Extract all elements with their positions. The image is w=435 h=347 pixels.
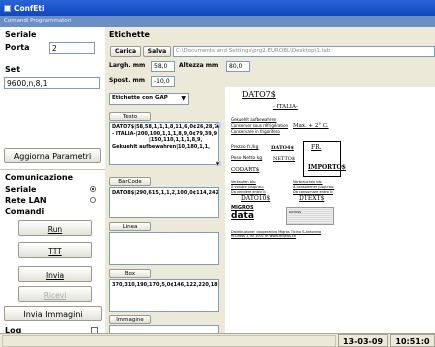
label-preview-canvas[interactable]: DATO7$ - ITALIA- Gekuehlt aufbewahren Co… (225, 87, 435, 340)
testo-list[interactable]: DATO7$|58,58,1,1,1,8,11,6,0¢26,28,76, - … (109, 122, 219, 165)
linea-button[interactable]: Linea (109, 222, 151, 231)
label-preview: DATO7$ - ITALIA- Gekuehlt aufbewahren Co… (231, 87, 346, 277)
chevron-down-icon[interactable]: ▼ (181, 95, 186, 102)
rete-lan-radio-label: Rete LAN (5, 196, 47, 205)
porta-input[interactable]: 2 (49, 42, 95, 54)
preview-verbrauchen-block: Verbrauchen bis: A consommer jusqu'au: Da … (293, 180, 334, 195)
ricevi-button[interactable]: Ricevi (18, 286, 92, 302)
comunicazione-header: Comunicazione (5, 173, 73, 182)
preview-netto: NETTO$ (273, 156, 296, 162)
barcode-list[interactable]: DATO8$|290,615,1,1,2,100,0¢114,242,23 (109, 187, 219, 218)
preview-max: Max. + 2° C. (293, 123, 329, 129)
preview-verkaufen-block: Verkaufen bis: A vendre jusqu'au: Da vende… (231, 180, 266, 195)
spostamento-label: Spost. mm (109, 77, 146, 84)
set-input[interactable]: 9600,n,8,1 (4, 77, 100, 89)
status-date: 13-03-09 (338, 334, 388, 347)
status-time: 10:51:0 (390, 334, 435, 347)
status-bar: 13-03-09 10:51:0 (0, 333, 435, 347)
box-item[interactable]: 370,310,190,170,5,0¢146,122,220,189 (112, 282, 218, 288)
preview-dato4: DATO4$ (271, 145, 294, 151)
seriale-radio[interactable] (90, 186, 96, 192)
comandi-header: Comandi (5, 207, 45, 216)
box-button[interactable]: Box (109, 269, 151, 278)
file-path-field[interactable]: C:\Documents and Settings\prg2.EUROBL\De… (173, 46, 435, 57)
rete-lan-radio[interactable] (90, 197, 96, 203)
preview-dato9: DATO9$ (289, 210, 302, 214)
immagine-button[interactable]: Immagine (109, 315, 151, 324)
preview-data-logo: data (231, 211, 254, 221)
menu-bar[interactable]: Comandi Programmatori (0, 16, 435, 27)
spostamento-input[interactable]: -10,0 (151, 76, 175, 87)
etichette-header: Etichette (109, 30, 150, 39)
scroll-down-icon[interactable]: ▼ (216, 161, 221, 166)
linea-list[interactable] (109, 232, 219, 265)
preview-italia: - ITALIA- (273, 104, 298, 110)
preview-footer-line2: M.Gross 1,90 1001 m www.migros.ch (231, 234, 297, 238)
barcode-item[interactable]: DATO8$|290,615,1,1,2,100,0¢114,242,23 (112, 190, 218, 196)
testo-item[interactable]: Gekuehlt aufbewahren|10,180,1,1, (112, 144, 216, 151)
larghezza-label: Largh. mm (109, 62, 146, 69)
altezza-input[interactable]: 80,0 (226, 61, 250, 72)
preview-price-box (303, 141, 341, 177)
app-icon (4, 5, 11, 12)
status-cell-empty (2, 335, 336, 347)
preview-conservare2: Conservare in frigorifero (231, 129, 280, 134)
scroll-up-icon[interactable]: ▲ (216, 123, 221, 128)
gap-select-value: Etichette con GAP (112, 95, 168, 101)
preview-prezzo: Prezzo fr./kg (231, 145, 259, 150)
divider (0, 169, 105, 170)
testo-item[interactable]: DATO7$|58,58,1,1,1,8,11,6,0¢26,28,76, (112, 124, 218, 131)
gap-select[interactable]: Etichette con GAP ▼ (109, 93, 189, 105)
set-label: Set (5, 65, 21, 74)
salva-button[interactable]: Salva (143, 46, 171, 57)
preview-dato10: DATO10$ (241, 195, 271, 202)
preview-codart: CODART$ (231, 167, 260, 173)
invia-button[interactable]: Invia (18, 266, 92, 282)
preview-footer: Distribuzione: cooperativa Migros Ticino… (231, 230, 321, 238)
barcode-button[interactable]: BarCode (109, 177, 151, 186)
run-button[interactable]: Run (18, 220, 92, 236)
preview-aufbewahren: Gekuehlt aufbewahren (231, 117, 277, 122)
ttt-button[interactable]: TTT (18, 242, 92, 258)
preview-peso: Peso Netto kg (231, 156, 263, 161)
larghezza-input[interactable]: 58,0 (151, 61, 175, 72)
seriale-header: Seriale (5, 30, 37, 39)
preview-barcode-area: DATO9$ (286, 207, 334, 225)
left-panel: Seriale Porta 2 Set 9600,n,8,1 Aggiorna … (0, 27, 105, 340)
aggiorna-parametri-button[interactable]: Aggiorna Parametri (4, 148, 101, 163)
altezza-label: Altezza mm (179, 62, 219, 69)
etichette-panel: Etichette Carica Salva C:\Documents and … (105, 27, 435, 340)
carica-button[interactable]: Carica (110, 46, 141, 57)
seriale-radio-label: Seriale (5, 185, 37, 194)
preview-dtext: DTEXT$ (299, 195, 325, 202)
title-bar: ConfEti (0, 0, 435, 16)
porta-label: Porta (5, 43, 30, 52)
invia-immagini-button[interactable]: Invia Immagini (4, 306, 102, 321)
window-title: ConfEti (14, 4, 45, 13)
preview-dato7: DATO7$ (242, 90, 276, 99)
testo-button[interactable]: Testo (109, 112, 151, 121)
box-list[interactable]: 370,310,190,170,5,0¢146,122,220,189 (109, 279, 219, 312)
preview-conservare: Conserver sous réfrigération (231, 123, 289, 128)
